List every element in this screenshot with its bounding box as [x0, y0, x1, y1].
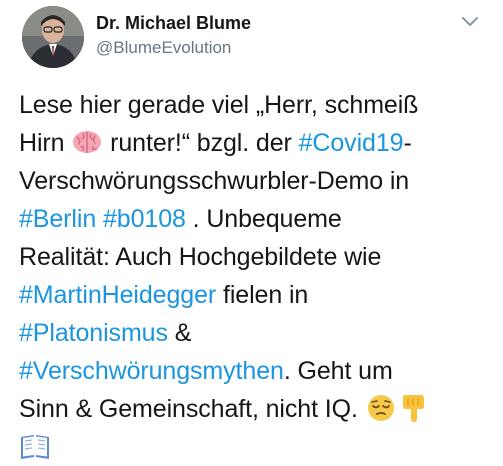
author-header: Dr. Michael Blume @BlumeEvolution — [96, 12, 251, 59]
hashtag-link[interactable]: #b0108 — [103, 205, 186, 233]
text-segment: Lese hier gerade viel „Herr, schmeiß — [19, 91, 419, 119]
tweet-line: Realität: Auch Hochgebildete wie — [19, 238, 491, 276]
hashtag-link[interactable]: #Covid19 — [299, 129, 404, 157]
text-segment: Verschwörungsschwurbler-Demo in — [19, 167, 410, 195]
text-segment: Realität: Auch Hochgebildete wie — [19, 243, 382, 271]
text-segment: runter!“ bzgl. der — [103, 129, 299, 157]
text-segment: fielen in — [216, 281, 309, 309]
tweet-line: Lese hier gerade viel „Herr, schmeiß — [19, 86, 491, 124]
tweet-line: #Verschwörungsmythen. Geht um — [19, 352, 491, 390]
tweet-line: #MartinHeidegger fielen in — [19, 276, 491, 314]
tweet-text: Lese hier gerade viel „Herr, schmeiß Hir… — [19, 86, 491, 466]
text-segment: & — [167, 319, 192, 347]
tweet-line: Verschwörungsschwurbler-Demo in — [19, 162, 491, 200]
pensive-face-emoji — [365, 393, 397, 423]
text-segment — [96, 205, 103, 233]
brain-emoji — [71, 127, 103, 157]
author-display-name[interactable]: Dr. Michael Blume — [96, 12, 251, 34]
hashtag-link[interactable]: #MartinHeidegger — [19, 281, 216, 309]
tweet-line: Hirn runter!“ bzgl. der #Covid19- — [19, 124, 491, 162]
tweet-line — [19, 428, 491, 466]
hashtag-link[interactable]: #Verschwörungsmythen — [19, 357, 284, 385]
chevron-down-icon[interactable] — [459, 14, 481, 30]
tweet-line: #Berlin #b0108 . Unbequeme — [19, 200, 491, 238]
tweet-card: Dr. Michael Blume @BlumeEvolution Lese h… — [0, 0, 503, 459]
backhand-index-pointing-down-emoji — [397, 393, 429, 423]
hashtag-link[interactable]: #Platonismus — [19, 319, 168, 347]
tweet-line: #Platonismus & — [19, 314, 491, 352]
text-segment: Sinn & Gemeinschaft, nicht IQ. — [19, 395, 365, 423]
avatar[interactable] — [22, 6, 84, 68]
author-handle[interactable]: @BlumeEvolution — [96, 37, 251, 59]
text-segment: Hirn — [19, 129, 72, 157]
text-segment: . Unbequeme — [185, 205, 342, 233]
text-segment: - — [403, 129, 412, 157]
text-segment: . Geht um — [283, 357, 393, 385]
hashtag-link[interactable]: #Berlin — [19, 205, 96, 233]
tweet-line: Sinn & Gemeinschaft, nicht IQ. — [19, 390, 491, 428]
